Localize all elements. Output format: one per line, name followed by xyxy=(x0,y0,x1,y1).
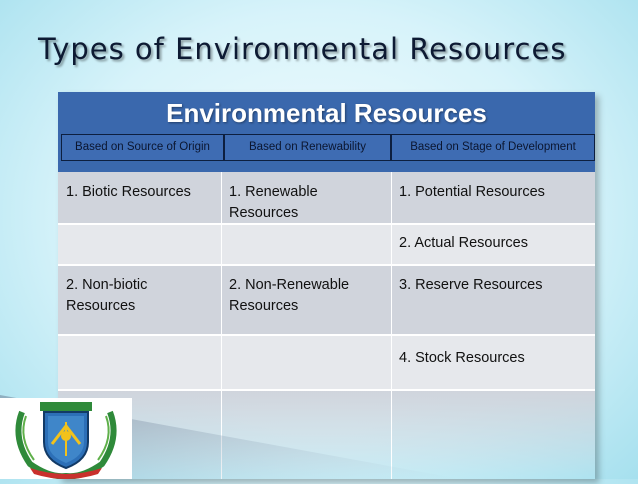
table-cell: 4. Stock Resources xyxy=(399,350,525,366)
table-cell: 1. Renewable Resources xyxy=(229,184,318,221)
table-heading: Environmental Resources xyxy=(166,98,487,128)
slide-title: Types of Environmental Resources xyxy=(38,32,567,66)
university-crest-icon xyxy=(15,402,117,480)
table-cell: 3. Reserve Resources xyxy=(399,277,543,293)
table-cell: 1. Biotic Resources xyxy=(66,184,191,200)
subheader-row: Based on Source of Origin Based on Renew… xyxy=(58,134,595,161)
row-divider xyxy=(58,389,595,391)
table-cell: 1. Potential Resources xyxy=(399,184,545,200)
subheader-renewability: Based on Renewability xyxy=(224,134,391,161)
table-cell: 2. Non-Renewable Resources xyxy=(229,277,350,314)
table-cell: 2. Actual Resources xyxy=(399,235,528,251)
subheader-development: Based on Stage of Development xyxy=(391,134,595,161)
row-divider xyxy=(58,334,595,336)
row-divider xyxy=(58,264,595,266)
table-cell: 2. Non-biotic Resources xyxy=(66,277,148,314)
subheader-origin: Based on Source of Origin xyxy=(61,134,224,161)
university-logo xyxy=(0,398,132,480)
table-header: Environmental Resources Based on Source … xyxy=(58,92,595,172)
